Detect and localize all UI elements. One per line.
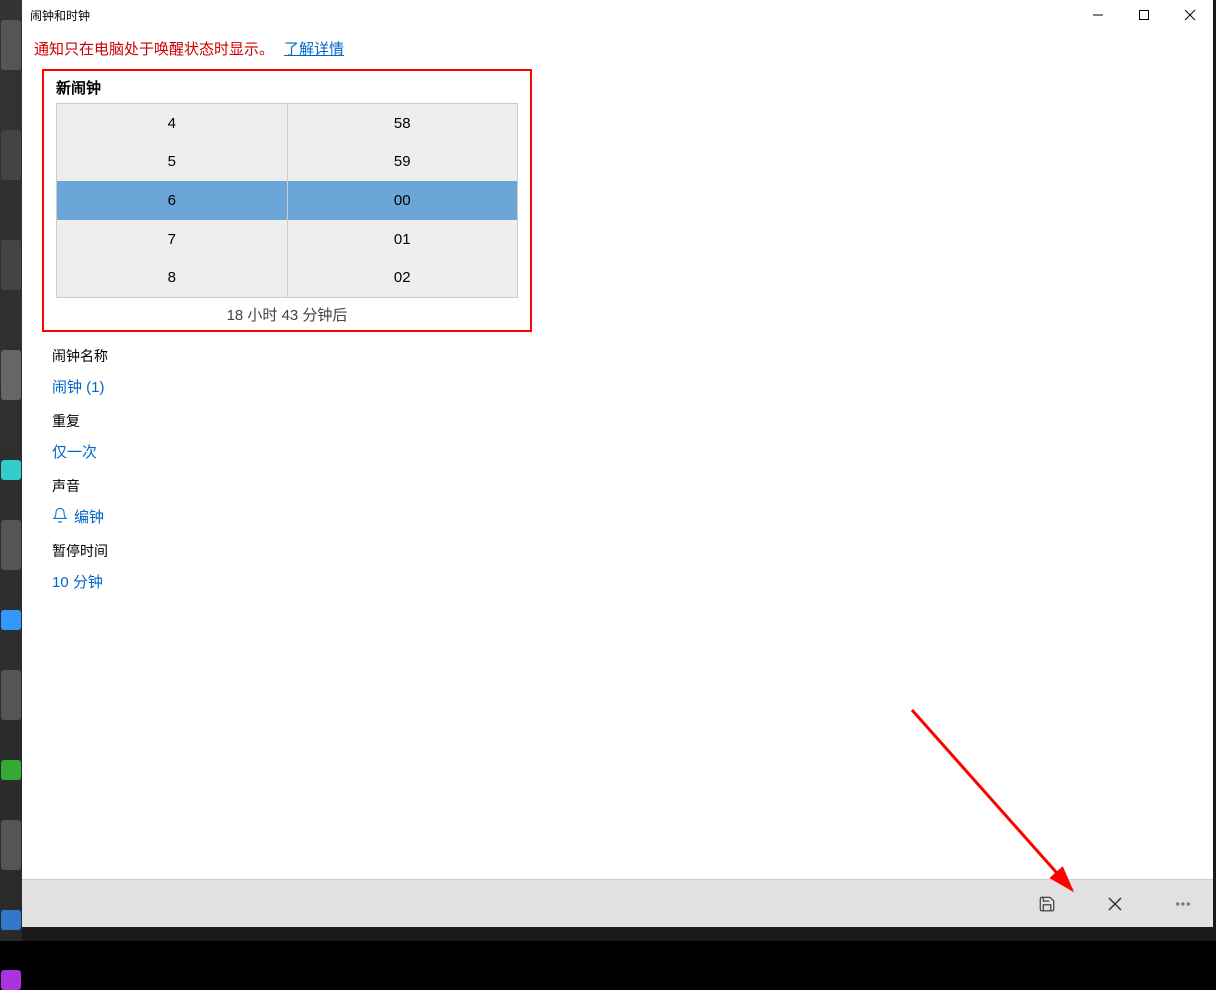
repeat-value[interactable]: 仅一次 [52,431,1201,462]
desktop-icon[interactable] [1,820,21,870]
alarm-name-label: 闹钟名称 [52,346,1201,366]
desktop-icons-sidebar [0,0,22,941]
time-picker-highlight: 新闹钟 4 5 6 7 8 58 59 00 01 02 18 小时 43 分钟… [42,69,532,332]
desktop-icon[interactable] [1,460,21,480]
desktop-icon[interactable] [1,760,21,780]
minute-option[interactable]: 59 [288,143,518,182]
time-remaining: 18 小时 43 分钟后 [44,298,530,325]
notice-text: 通知只在电脑处于唤醒状态时显示。 [34,38,274,59]
cancel-button[interactable] [1095,884,1135,924]
window-title: 闹钟和时钟 [30,7,90,24]
minute-option[interactable]: 58 [288,104,518,143]
hour-option-selected[interactable]: 6 [57,181,287,220]
minute-picker[interactable]: 58 59 00 01 02 [288,104,518,297]
desktop-icon[interactable] [1,610,21,630]
more-button[interactable] [1163,884,1203,924]
new-alarm-title: 新闹钟 [44,77,530,103]
minimize-button[interactable] [1075,0,1121,30]
snooze-section: 暂停时间 10 分钟 [22,527,1213,592]
hour-option[interactable]: 5 [57,143,287,182]
hour-option[interactable]: 4 [57,104,287,143]
titlebar[interactable]: 闹钟和时钟 [22,0,1213,30]
save-button[interactable] [1027,884,1067,924]
hour-picker[interactable]: 4 5 6 7 8 [57,104,288,297]
minute-option[interactable]: 01 [288,220,518,259]
hour-option[interactable]: 7 [57,220,287,259]
bell-icon [52,507,68,527]
snooze-value[interactable]: 10 分钟 [52,561,1201,592]
hour-option[interactable]: 8 [57,258,287,297]
sound-value[interactable]: 编钟 [52,496,1201,527]
repeat-section: 重复 仅一次 [22,397,1213,462]
alarm-clock-window: 闹钟和时钟 通知只在电脑处于唤醒状态时显示。 了解详情 新闹钟 4 5 6 7 … [22,0,1213,927]
notice-bar: 通知只在电脑处于唤醒状态时显示。 了解详情 [22,30,1213,69]
desktop-icon[interactable] [1,670,21,720]
minute-option-selected[interactable]: 00 [288,181,518,220]
desktop-icon[interactable] [1,20,21,70]
sound-name: 编钟 [74,506,104,527]
time-picker[interactable]: 4 5 6 7 8 58 59 00 01 02 [56,103,518,298]
bottom-toolbar [22,879,1213,927]
desktop-icon[interactable] [1,130,21,180]
taskbar[interactable] [22,927,1216,941]
learn-more-link[interactable]: 了解详情 [284,38,344,59]
minute-option[interactable]: 02 [288,258,518,297]
desktop-icon[interactable] [1,970,21,990]
window-controls [1075,0,1213,30]
desktop-icon[interactable] [1,910,21,930]
desktop-icon[interactable] [1,520,21,570]
desktop-icon[interactable] [1,240,21,290]
alarm-name-section: 闹钟名称 闹钟 (1) [22,332,1213,397]
close-button[interactable] [1167,0,1213,30]
repeat-label: 重复 [52,411,1201,431]
alarm-name-value[interactable]: 闹钟 (1) [52,366,1201,397]
sound-label: 声音 [52,476,1201,496]
snooze-label: 暂停时间 [52,541,1201,561]
maximize-button[interactable] [1121,0,1167,30]
sound-section: 声音 编钟 [22,462,1213,527]
desktop-icon[interactable] [1,350,21,400]
